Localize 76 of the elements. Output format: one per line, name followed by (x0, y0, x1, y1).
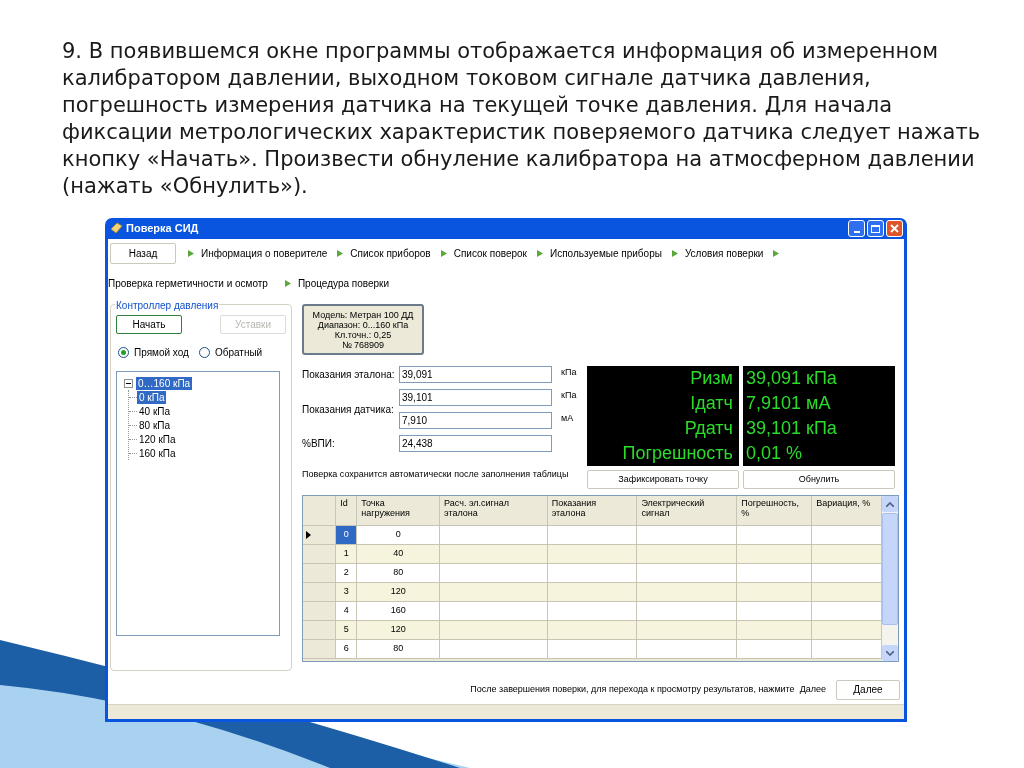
group-title: Контроллер давления (115, 298, 220, 313)
note-text: Поверка сохранится автоматически после заполнения таблицы (302, 469, 570, 479)
play-arrow-icon (671, 250, 678, 257)
display-label: Погрешность (622, 442, 733, 465)
collapse-icon[interactable] (124, 379, 133, 388)
column-header[interactable]: Точка нагружения (356, 496, 440, 525)
column-header[interactable]: Погрешность, % (736, 496, 812, 525)
footer-text: После завершения поверки, для перехода к просмотру результатов, нажмите Далее (470, 682, 826, 696)
play-arrow-icon (440, 250, 447, 257)
close-button[interactable] (886, 220, 903, 237)
column-header[interactable]: Электрический сигнал (636, 496, 737, 525)
input-field[interactable]: 39,091 (399, 366, 552, 383)
device-info-line: № 768909 (341, 339, 385, 350)
unit-label: кПа (560, 366, 578, 379)
tree-item[interactable]: 40 кПа (137, 404, 173, 418)
field-label: Показания эталона: (302, 368, 396, 382)
input-field[interactable]: 24,438 (399, 435, 552, 452)
app-icon (110, 222, 123, 235)
step-link[interactable]: Условия поверки (684, 246, 764, 261)
tree-item[interactable]: 80 кПа (137, 418, 173, 432)
play-arrow-icon (536, 250, 543, 257)
step-link[interactable]: Процедура поверки (297, 275, 390, 291)
tree-item[interactable]: 0…160 кПа (136, 377, 193, 390)
slide-paragraph: 9. В появившемся окне программы отображается информация об измеренном калибратором давлении, выходном токовом сигнале датчика давления, погрешность измерения датчика на текущей точке давления. Для начала фиксации метрологических характеристик поверяемого датчика следует нажать кнопку «Начать». Произвести обнуление калибратора на атмосферном давлении (нажать «Обнулить»). (62, 38, 982, 200)
tree-item[interactable]: 0 кПа (137, 390, 167, 404)
column-header[interactable]: Показания эталона (547, 496, 637, 525)
display-value: 0,01 % (746, 442, 803, 465)
display-value: 39,101 кПа (746, 417, 837, 440)
maximize-button[interactable] (867, 220, 884, 237)
tree-item[interactable]: 120 кПа (137, 432, 178, 446)
unit-label: мА (560, 412, 575, 425)
device-info-line: Кл.точн.: 0,25 (334, 329, 392, 340)
radio-button[interactable] (198, 347, 210, 358)
column-header[interactable]: Расч. эл.сигнал эталона (439, 496, 548, 525)
action-button[interactable]: Начать (116, 315, 182, 334)
column-header[interactable]: Вариация, % (811, 496, 882, 525)
device-info-line: Диапазон: 0...160 кПа (317, 319, 409, 330)
column-header[interactable]: Id (335, 496, 357, 525)
display-label: Рдатч (684, 417, 733, 440)
step-link[interactable]: Список поверок (453, 246, 527, 261)
scroll-down-icon[interactable] (882, 645, 898, 661)
display-label: Iдатч (690, 392, 733, 415)
scroll-up-icon[interactable] (882, 496, 898, 512)
unit-label: кПа (560, 389, 578, 402)
tree-item[interactable]: 160 кПа (137, 446, 178, 460)
minimize-icon (853, 231, 860, 233)
step-link[interactable]: Информация о поверителе (201, 246, 328, 261)
radio-label: Обратный (214, 346, 263, 360)
input-field[interactable]: 39,101 (399, 389, 552, 406)
step-link[interactable]: Проверка герметичности и осмотр (108, 275, 268, 291)
radio-button[interactable] (118, 347, 129, 358)
display-value: 39,091 кПа (746, 367, 837, 390)
close-icon (890, 224, 899, 233)
play-arrow-icon (337, 250, 344, 257)
radio-label: Прямой ход (134, 346, 189, 360)
scrollbar[interactable] (882, 496, 898, 661)
device-info-line: Модель: Метран 100 ДД (312, 309, 414, 320)
scroll-thumb[interactable] (882, 513, 898, 625)
action-button[interactable]: Зафиксировать точку (587, 470, 739, 489)
display-label: Ризм (690, 367, 733, 390)
back-button[interactable]: Назад (110, 243, 176, 264)
current-row-icon (306, 530, 311, 539)
step-link[interactable]: Список приборов (350, 246, 431, 261)
play-arrow-icon (284, 279, 291, 287)
window-title: Поверка СИД (126, 221, 199, 237)
display-value: 7,9101 мА (746, 392, 831, 415)
minimize-button[interactable] (848, 220, 865, 237)
field-label: %ВПИ: (302, 437, 336, 451)
play-arrow-icon (773, 250, 780, 257)
play-arrow-icon (188, 250, 194, 257)
action-button[interactable]: Обнулить (743, 470, 895, 489)
next-button[interactable]: Далее (836, 679, 900, 700)
maximize-icon (871, 224, 880, 233)
input-field[interactable]: 7,910 (399, 412, 552, 429)
step-link[interactable]: Используемые приборы (549, 246, 662, 261)
field-label: Показания датчика: (302, 402, 395, 417)
